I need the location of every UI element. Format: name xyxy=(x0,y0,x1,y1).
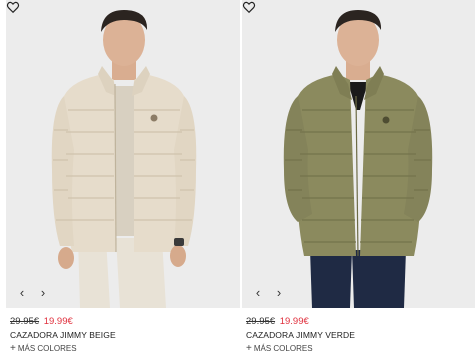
more-colors-link[interactable]: + MÁS COLORES xyxy=(10,343,240,354)
old-price: 29.95€ xyxy=(10,316,40,327)
plus-icon: + xyxy=(246,343,252,354)
heart-outline-icon[interactable] xyxy=(6,0,20,14)
product-name[interactable]: CAZADORA JIMMY BEIGE xyxy=(10,330,240,341)
product-info: 29.95€ 19.99€ CAZADORA JIMMY VERDE + MÁS … xyxy=(246,316,475,354)
product-info: 29.95€ 19.99€ CAZADORA JIMMY BEIGE + MÁS … xyxy=(10,316,240,354)
product-image[interactable]: ‹ › xyxy=(6,0,240,308)
old-price: 29.95€ xyxy=(246,316,276,327)
plus-icon: + xyxy=(10,343,16,354)
sale-price: 19.99€ xyxy=(279,316,309,327)
chevron-left-icon[interactable]: ‹ xyxy=(16,286,28,300)
chevron-right-icon[interactable]: › xyxy=(273,286,285,300)
more-colors-label: MÁS COLORES xyxy=(253,344,313,353)
chevron-right-icon[interactable]: › xyxy=(37,286,49,300)
product-image[interactable]: ‹ › xyxy=(242,0,475,308)
product-grid: ‹ › 29.95€ 19.99€ CAZADORA JIMMY BEIGE +… xyxy=(0,0,475,356)
more-colors-link[interactable]: + MÁS COLORES xyxy=(246,343,475,354)
heart-outline-icon[interactable] xyxy=(242,0,256,14)
chevron-left-icon[interactable]: ‹ xyxy=(252,286,264,300)
product-card[interactable]: ‹ › 29.95€ 19.99€ CAZADORA JIMMY BEIGE +… xyxy=(6,0,240,356)
price-row: 29.95€ 19.99€ xyxy=(246,316,475,328)
product-name[interactable]: CAZADORA JIMMY VERDE xyxy=(246,330,475,341)
price-row: 29.95€ 19.99€ xyxy=(10,316,240,328)
sale-price: 19.99€ xyxy=(43,316,73,327)
more-colors-label: MÁS COLORES xyxy=(17,344,77,353)
product-card[interactable]: ‹ › 29.95€ 19.99€ CAZADORA JIMMY VERDE +… xyxy=(242,0,475,356)
